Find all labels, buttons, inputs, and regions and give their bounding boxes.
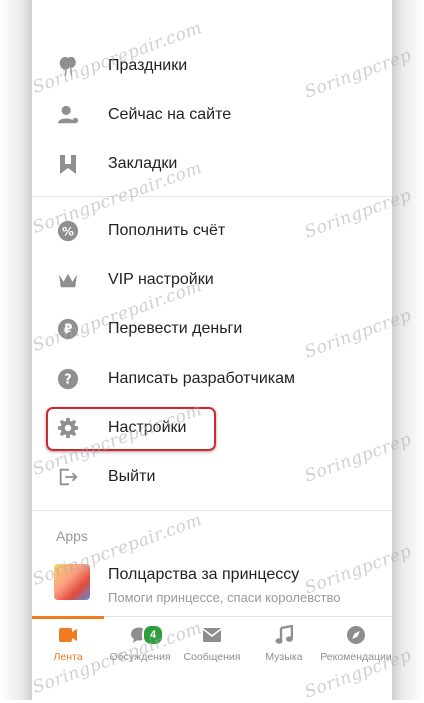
menu-item-vip-settings[interactable]: VIP настройки xyxy=(32,256,392,304)
menu-item-label: Пополнить счёт xyxy=(108,222,226,239)
help-icon: ? xyxy=(56,367,80,391)
tab-label: Музыка xyxy=(265,651,303,663)
divider xyxy=(32,510,392,511)
users-online-icon xyxy=(56,103,80,127)
right-shadow xyxy=(392,0,424,700)
active-tab-indicator xyxy=(32,616,104,619)
svg-text:?: ? xyxy=(64,373,71,388)
menu-item-bookmarks[interactable]: Закладки xyxy=(32,140,392,188)
compass-icon xyxy=(345,625,367,645)
feed-icon xyxy=(57,625,79,645)
music-icon xyxy=(273,625,295,645)
left-shadow xyxy=(0,0,32,700)
menu-item-label: Написать разработчикам xyxy=(108,370,296,387)
menu-item-write-developers[interactable]: ? Написать разработчикам xyxy=(32,355,392,403)
app-title: Полцарства за принцессу xyxy=(108,566,300,583)
menu-item-label: Выйти xyxy=(108,468,156,485)
crown-icon xyxy=(56,268,80,292)
menu-item-online-now[interactable]: Сейчас на сайте xyxy=(32,91,392,139)
menu-item-label: Сейчас на сайте xyxy=(108,106,232,123)
tab-music[interactable]: Музыка xyxy=(248,617,320,669)
bookmark-icon xyxy=(56,152,80,176)
tab-label: Сообщения xyxy=(183,651,241,663)
divider xyxy=(32,196,392,197)
apps-section-title: Apps xyxy=(56,528,88,544)
